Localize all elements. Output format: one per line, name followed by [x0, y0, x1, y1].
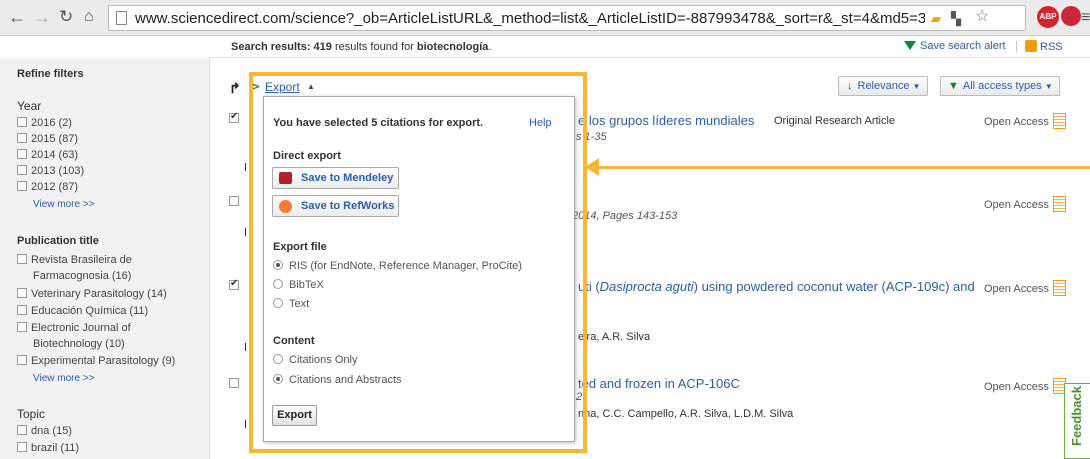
checkbox[interactable] — [17, 355, 27, 365]
folder-icon[interactable]: ▰ — [931, 10, 941, 28]
result-authors: eira, A.R. Silva — [578, 331, 651, 343]
browser-toolbar: ← → ↻ ⌂ www.sciencedirect.com/science?_o… — [0, 0, 1090, 36]
back-icon[interactable]: ← — [8, 7, 26, 27]
browser-menu-icon[interactable]: ≡ — [1081, 9, 1090, 27]
page-icon — [116, 11, 127, 25]
highlight-arrow-head-icon — [585, 158, 599, 176]
translate-icon[interactable]: ▚ — [951, 10, 961, 28]
divider: | — [1015, 40, 1018, 52]
reload-icon[interactable]: ↻ — [59, 7, 73, 27]
pdf-icon[interactable] — [1052, 113, 1066, 129]
rss-link[interactable]: RSS — [1025, 40, 1063, 53]
filter-publication-label: Farmacognosia (16) — [33, 270, 132, 282]
select-all-arrow-icon[interactable]: ↱ — [229, 80, 241, 97]
open-access-badge: Open Access — [984, 196, 1066, 212]
checkbox[interactable] — [17, 181, 27, 191]
result-checkbox[interactable] — [229, 196, 239, 206]
filter-publication-label: Biotechnology (10) — [33, 338, 125, 350]
adblock-icon[interactable]: ABP — [1037, 6, 1059, 28]
result-title[interactable]: uti (Dasiprocta aguti) using powdered co… — [578, 279, 975, 294]
filter-year-item[interactable]: 2014 (63) — [17, 149, 78, 162]
checkbox[interactable] — [17, 305, 27, 315]
checkbox[interactable] — [17, 425, 27, 435]
publication-view-more-link[interactable]: View more >> — [33, 373, 95, 384]
refine-filters-sidebar: Refine filters Year 2016 (2) 2015 (87) 2… — [0, 58, 210, 459]
home-icon[interactable]: ⌂ — [84, 7, 94, 27]
row-marker — [245, 228, 246, 236]
divider-line — [210, 57, 1090, 58]
highlight-arrow-line — [596, 166, 1090, 169]
filter-year-item[interactable]: 2013 (103) — [17, 165, 84, 178]
pdf-icon[interactable] — [1052, 196, 1066, 212]
row-marker — [245, 163, 246, 171]
caret-down-icon: ▼ — [912, 82, 921, 91]
result-title[interactable]: e los grupos líderes mundiales — [578, 113, 754, 128]
year-view-more-link[interactable]: View more >> — [33, 199, 95, 210]
result-meta: 2014, Pages 143-153 — [572, 210, 678, 222]
filter-year-item[interactable]: 2012 (87) — [17, 181, 78, 194]
feedback-tab[interactable]: Feedback — [1064, 383, 1090, 459]
filter-topic-item[interactable]: dna (15) — [17, 425, 72, 438]
result-authors: nha, C.C. Campello, A.R. Silva, L.D.M. S… — [578, 408, 794, 420]
filter-publication-item[interactable]: Revista Brasileira de — [17, 254, 132, 267]
result-checkbox[interactable] — [229, 278, 239, 290]
alert-icon — [904, 41, 916, 50]
extension-icon[interactable] — [1061, 6, 1081, 26]
checkbox[interactable] — [17, 322, 27, 332]
sort-relevance-button[interactable]: ↓ Relevance ▼ — [838, 76, 928, 96]
filter-icon: ▼ — [948, 80, 959, 92]
arrow-down-icon: ↓ — [847, 80, 853, 92]
filter-publication-item[interactable]: Electronic Journal of — [17, 322, 131, 335]
open-access-badge: Open Access — [984, 378, 1066, 394]
open-access-badge: Open Access — [984, 113, 1066, 129]
url-text[interactable]: www.sciencedirect.com/science?_ob=Articl… — [135, 10, 925, 28]
checkbox[interactable] — [17, 254, 27, 264]
save-search-alert-link[interactable]: Save search alert — [904, 40, 1006, 52]
article-type: Original Research Article — [774, 115, 896, 127]
filter-topic-item[interactable]: brazil (11) — [17, 442, 79, 455]
filter-year-item[interactable]: 2016 (2) — [17, 117, 72, 130]
forward-icon[interactable]: → — [33, 7, 51, 27]
row-marker — [245, 343, 246, 351]
caret-down-icon: ▼ — [1044, 82, 1053, 91]
row-marker — [245, 420, 246, 428]
year-heading: Year — [17, 99, 42, 113]
topic-heading: Topic — [17, 407, 46, 421]
filter-publication-item[interactable]: Veterinary Parasitology (14) — [17, 288, 167, 301]
filter-publication-item[interactable]: Experimental Parasitology (9) — [17, 355, 175, 368]
bookmark-star-icon[interactable]: ☆ — [975, 8, 989, 26]
highlight-frame — [249, 72, 587, 453]
filter-publication-item[interactable]: Educación Química (11) — [17, 305, 148, 318]
filter-year-item[interactable]: 2015 (87) — [17, 133, 78, 146]
checkbox[interactable] — [17, 149, 27, 159]
checkbox[interactable] — [17, 133, 27, 143]
results-summary: Search results: 419 results found for bi… — [231, 41, 492, 53]
rss-icon — [1025, 40, 1037, 52]
address-bar[interactable]: www.sciencedirect.com/science?_ob=Articl… — [108, 5, 1026, 31]
checkbox[interactable] — [17, 117, 27, 127]
checkbox[interactable] — [17, 165, 27, 175]
refine-filters-heading: Refine filters — [17, 68, 84, 80]
result-checkbox[interactable] — [229, 111, 239, 123]
pdf-icon[interactable] — [1052, 280, 1066, 296]
access-type-filter-button[interactable]: ▼ All access types ▼ — [940, 76, 1060, 96]
result-checkbox[interactable] — [229, 378, 239, 388]
publication-title-heading: Publication title — [17, 235, 99, 247]
checkbox[interactable] — [17, 288, 27, 298]
result-title[interactable]: ted and frozen in ACP-106C — [578, 376, 740, 391]
open-access-badge: Open Access — [984, 280, 1066, 296]
checkbox[interactable] — [17, 442, 27, 452]
